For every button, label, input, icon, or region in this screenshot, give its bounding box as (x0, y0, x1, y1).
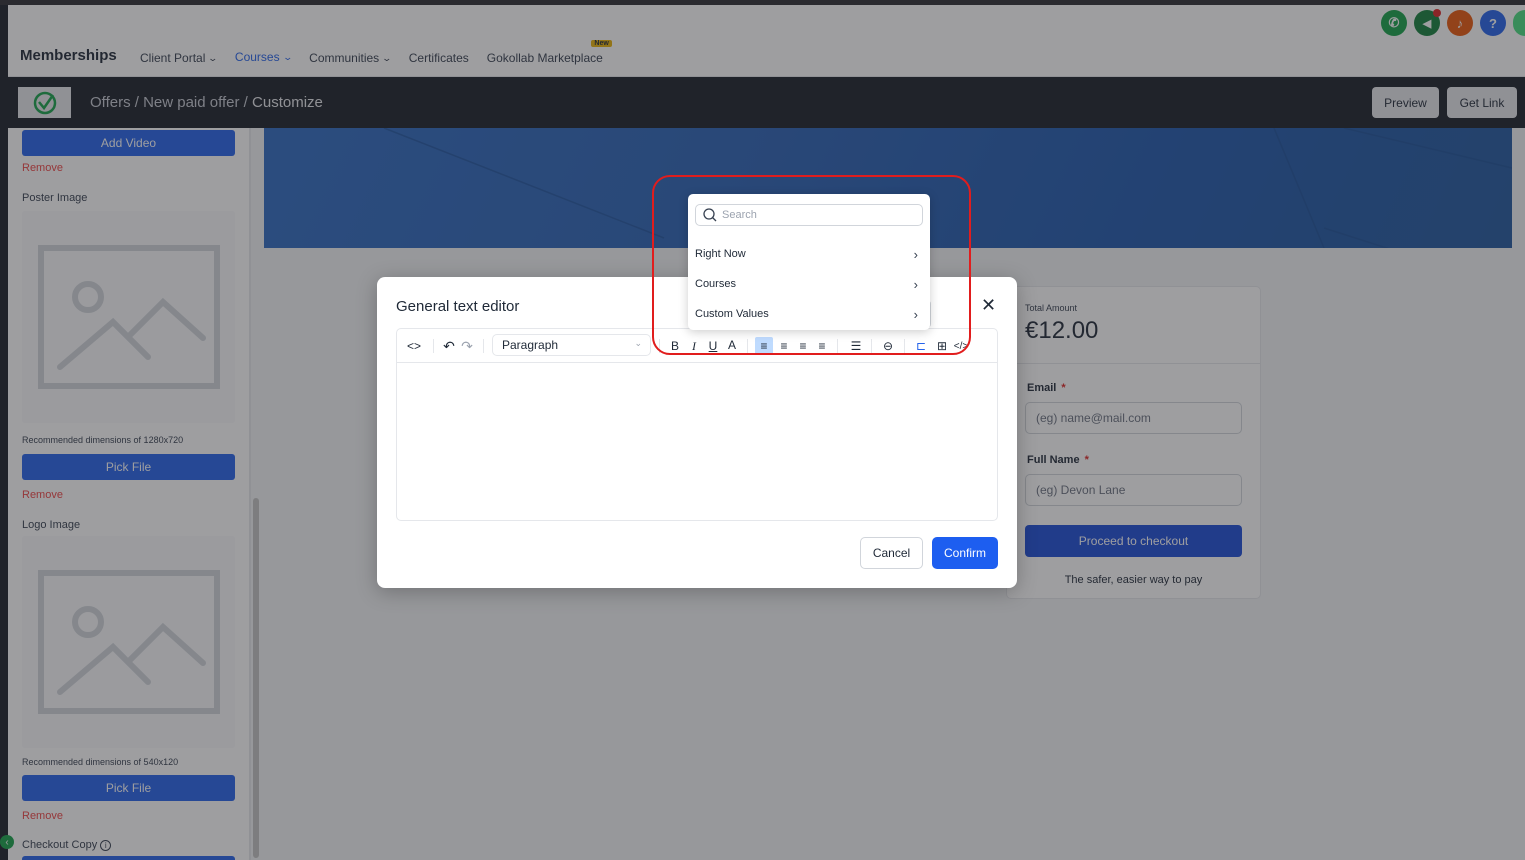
bullet-list-icon[interactable]: ☰ (848, 337, 864, 355)
toolbar-divider (747, 339, 748, 353)
toolbar-divider (659, 339, 660, 353)
block-format-select[interactable]: Paragraph ⌄ (492, 334, 651, 356)
toolbar-divider (483, 339, 484, 353)
align-right-icon[interactable]: ≡ (796, 337, 810, 355)
align-justify-icon[interactable]: ≡ (815, 337, 829, 355)
close-icon[interactable]: ✕ (981, 295, 996, 316)
toolbar-divider (837, 339, 838, 353)
toolbar-divider (433, 339, 434, 353)
undo-icon[interactable]: ↶ (442, 337, 456, 355)
editor-toolbar: <> ↶ ↷ Paragraph ⌄ B I U A ≡ ≡ ≡ ≡ ☰ ⊖ ⊏ … (397, 329, 997, 363)
search-placeholder: Search (722, 209, 757, 221)
underline-icon[interactable]: U (706, 337, 720, 355)
custom-values-icon[interactable]: ⊏ (913, 337, 929, 355)
source-code-icon[interactable]: </> (954, 337, 968, 355)
cancel-button[interactable]: Cancel (860, 537, 923, 569)
link-icon[interactable]: ⊖ (880, 337, 896, 355)
rich-text-editor: <> ↶ ↷ Paragraph ⌄ B I U A ≡ ≡ ≡ ≡ ☰ ⊖ ⊏ … (396, 328, 998, 521)
align-left-icon[interactable]: ≡ (755, 337, 773, 355)
dropdown-item-label: Right Now (695, 248, 746, 260)
dropdown-item-right-now[interactable]: Right Now › (688, 240, 930, 268)
redo-icon[interactable]: ↷ (460, 337, 474, 355)
search-icon (703, 208, 717, 222)
dropdown-item-label: Courses (695, 278, 736, 290)
editor-content-area[interactable] (397, 363, 997, 520)
confirm-button[interactable]: Confirm (932, 537, 998, 569)
dropdown-item-custom-values[interactable]: Custom Values › (688, 300, 930, 328)
block-format-value: Paragraph (502, 338, 559, 352)
toolbar-divider (904, 339, 905, 353)
modal-title: General text editor (396, 298, 520, 315)
align-center-icon[interactable]: ≡ (777, 337, 791, 355)
dropdown-search-input[interactable]: Search (695, 204, 923, 226)
bold-icon[interactable]: B (668, 337, 682, 355)
toolbar-divider (871, 339, 872, 353)
chevron-right-icon: › (913, 246, 918, 262)
chevron-down-icon: ⌄ (634, 338, 642, 348)
italic-icon[interactable]: I (687, 337, 701, 355)
chevron-right-icon: › (913, 276, 918, 292)
custom-values-dropdown: Search Right Now › Courses › Custom Values… (688, 194, 930, 330)
text-color-icon[interactable]: A (725, 337, 739, 355)
code-view-icon[interactable]: <> (404, 337, 424, 355)
dropdown-item-courses[interactable]: Courses › (688, 270, 930, 298)
chevron-right-icon: › (913, 306, 918, 322)
table-icon[interactable]: ⊞ (935, 337, 949, 355)
dropdown-item-label: Custom Values (695, 308, 769, 320)
